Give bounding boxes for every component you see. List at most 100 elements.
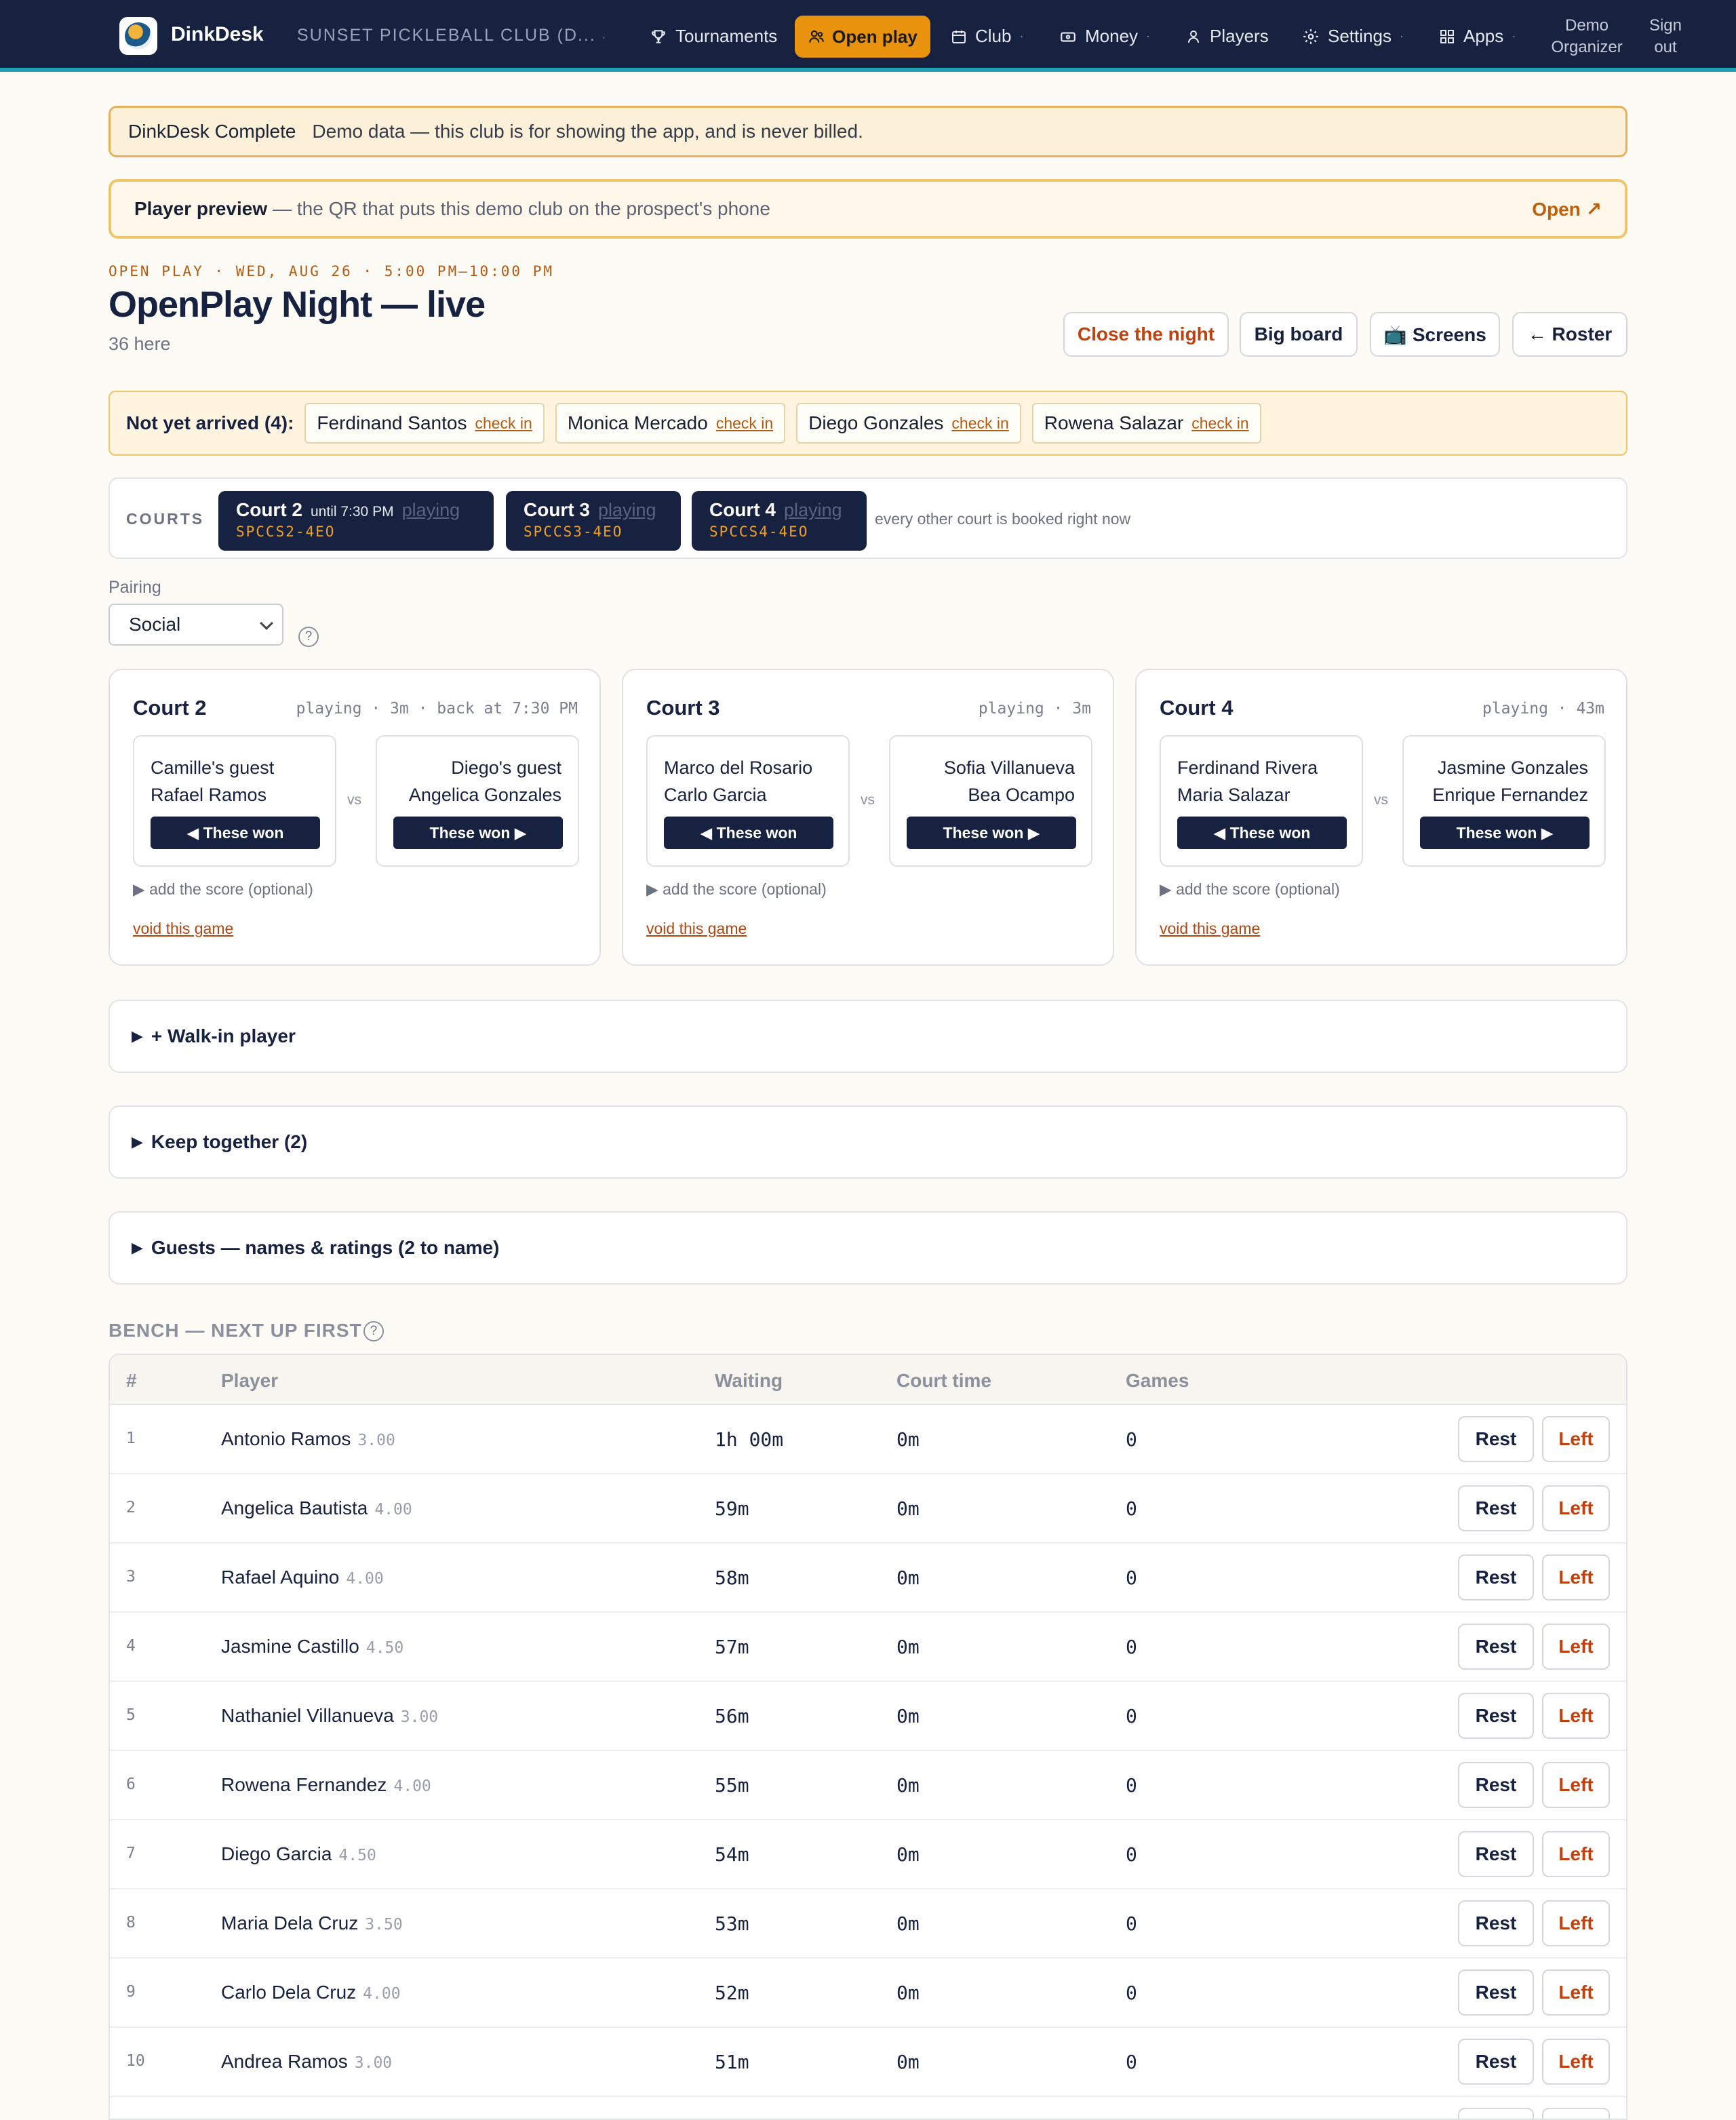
these-won-left-button[interactable]: ◀ These won [664, 817, 833, 849]
nav-settings[interactable]: Settings · [1302, 26, 1404, 47]
row-games: 0 [1126, 1497, 1137, 1520]
courts-strip: COURTS Court 2 until 7:30 PM playing SPCCS… [108, 477, 1628, 559]
check-in-link[interactable]: check in [1191, 414, 1248, 433]
court-pill[interactable]: Court 2 until 7:30 PM playing SPCCS2-4EO [218, 491, 494, 551]
pickleball-logo-icon [125, 22, 152, 50]
rest-button[interactable]: Rest [1458, 2108, 1534, 2119]
table-row: 4 Jasmine Castillo 4.50 57m 0m 0 Rest Left [110, 1613, 1626, 1682]
team-right: Jasmine Gonzales Enrique Fernandez These … [1402, 735, 1606, 867]
court-pill-code: SPCCS4-4EO [709, 524, 809, 540]
row-rank: 4 [126, 1637, 136, 1655]
left-button[interactable]: Left [1542, 1831, 1610, 1877]
add-score-toggle[interactable]: ▶ add the score (optional) [133, 880, 313, 899]
court-pill[interactable]: Court 4 playing SPCCS4-4EO [692, 491, 867, 551]
nav-players[interactable]: Players [1185, 26, 1269, 47]
table-row: 1 Antonio Ramos 3.00 1h 00m 0m 0 Rest Left [110, 1405, 1626, 1474]
row-rank: 2 [126, 1499, 136, 1516]
row-rank: 6 [126, 1775, 136, 1793]
add-score-toggle[interactable]: ▶ add the score (optional) [1160, 880, 1340, 899]
row-court-time: 0m [896, 1567, 920, 1589]
big-board-button[interactable]: Big board [1240, 312, 1358, 357]
nav-tournaments[interactable]: Tournaments [650, 26, 777, 47]
left-button[interactable]: Left [1542, 2039, 1610, 2085]
not-yet-arrived-bar: Not yet arrived (4): Ferdinand Santos che… [108, 391, 1628, 456]
player-rating: 4.00 [393, 1778, 431, 1795]
these-won-right-button[interactable]: These won ▶ [907, 817, 1076, 849]
rest-button[interactable]: Rest [1458, 1969, 1534, 2016]
left-button[interactable]: Left [1542, 1416, 1610, 1462]
row-games: 0 [1126, 2051, 1137, 2073]
nav-money-label: Money [1085, 26, 1139, 46]
row-rank: 9 [126, 1983, 136, 2001]
keep-together-section[interactable]: ▶ Keep together (2) [108, 1105, 1628, 1179]
void-game-link[interactable]: void this game [1160, 920, 1260, 938]
left-button[interactable]: Left [1542, 1624, 1610, 1670]
left-button[interactable]: Left [1542, 1969, 1610, 2016]
these-won-left-button[interactable]: ◀ These won [151, 817, 320, 849]
row-waiting: 57m [715, 1636, 749, 1658]
left-button[interactable]: Left [1542, 1762, 1610, 1808]
guests-section[interactable]: ▶ Guests — names & ratings (2 to name) [108, 1211, 1628, 1284]
brand-name[interactable]: DinkDesk [171, 23, 264, 46]
check-in-link[interactable]: check in [951, 414, 1008, 433]
pairing-select[interactable]: Social [108, 604, 283, 646]
these-won-right-button[interactable]: These won ▶ [393, 817, 563, 849]
plan-name: DinkDesk Complete [128, 121, 296, 142]
vs-label: vs [861, 792, 875, 808]
left-button[interactable]: Left [1542, 1485, 1610, 1531]
rest-button[interactable]: Rest [1458, 2039, 1534, 2085]
player-rating: 3.00 [354, 2054, 393, 2072]
club-switcher[interactable]: SUNSET PICKLEBALL CLUB (D... · [297, 26, 607, 45]
nav-club[interactable]: Club · [951, 26, 1023, 47]
row-player: Carlo Dela Cruz 4.00 [221, 1982, 401, 2003]
vs-label: vs [347, 792, 361, 808]
void-game-link[interactable]: void this game [646, 920, 747, 938]
row-games: 0 [1126, 1982, 1137, 2004]
nav-open-play[interactable]: Open play [795, 16, 930, 58]
row-rank: 5 [126, 1706, 136, 1724]
rest-button[interactable]: Rest [1458, 1900, 1534, 1946]
team-players: Jasmine Gonzales Enrique Fernandez [1432, 754, 1588, 808]
row-player: Jasmine Castillo 4.50 [221, 1636, 403, 1657]
preview-title: Player preview [134, 198, 268, 219]
court-pill[interactable]: Court 3 playing SPCCS3-4EO [506, 491, 681, 551]
add-score-toggle[interactable]: ▶ add the score (optional) [646, 880, 827, 899]
page-title: OpenPlay Night — live [108, 284, 486, 325]
team-left: Marco del Rosario Carlo Garcia ◀ These wo… [646, 735, 850, 867]
nav-apps[interactable]: Apps · [1439, 26, 1516, 47]
rest-button[interactable]: Rest [1458, 1416, 1534, 1462]
club-logo[interactable] [119, 17, 157, 55]
check-in-link[interactable]: check in [716, 414, 773, 433]
team-players: Sofia Villanueva Bea Ocampo [944, 754, 1075, 808]
pairing-help-icon[interactable]: ? [298, 627, 319, 647]
roster-button[interactable]: ← Roster [1512, 312, 1628, 357]
user-name[interactable]: Demo Organizer [1547, 15, 1626, 58]
check-in-link[interactable]: check in [475, 414, 532, 433]
row-rank: 8 [126, 1914, 136, 1931]
court-pill-code: SPCCS2-4EO [236, 524, 336, 540]
rest-button[interactable]: Rest [1458, 1693, 1534, 1739]
rest-button[interactable]: Rest [1458, 1554, 1534, 1601]
rest-button[interactable]: Rest [1458, 1624, 1534, 1670]
preview-open-link[interactable]: Open ↗ [1532, 198, 1602, 220]
player-name: Angelica Gonzales [408, 785, 561, 805]
rest-button[interactable]: Rest [1458, 1831, 1534, 1877]
void-game-link[interactable]: void this game [133, 920, 233, 938]
player-name: Diego's guest [451, 758, 561, 778]
left-button[interactable]: Left [1542, 1693, 1610, 1739]
left-button[interactable]: Left [1542, 1900, 1610, 1946]
walk-in-section[interactable]: ▶ + Walk-in player [108, 1000, 1628, 1073]
left-button[interactable]: Left [1542, 1554, 1610, 1601]
rest-button[interactable]: Rest [1458, 1485, 1534, 1531]
these-won-right-button[interactable]: These won ▶ [1420, 817, 1590, 849]
close-night-button[interactable]: Close the night [1063, 312, 1229, 357]
rest-button[interactable]: Rest [1458, 1762, 1534, 1808]
left-button[interactable]: Left [1542, 2108, 1610, 2119]
table-row: 10 Andrea Ramos 3.00 51m 0m 0 Rest Left [110, 2028, 1626, 2097]
screens-button[interactable]: 📺 Screens [1370, 312, 1500, 357]
these-won-left-button[interactable]: ◀ These won [1177, 817, 1347, 849]
bench-help-icon[interactable]: ? [363, 1321, 384, 1341]
row-waiting: 56m [715, 1705, 749, 1727]
nav-money[interactable]: Money · [1059, 26, 1150, 47]
sign-out-link[interactable]: Sign out [1644, 15, 1687, 58]
